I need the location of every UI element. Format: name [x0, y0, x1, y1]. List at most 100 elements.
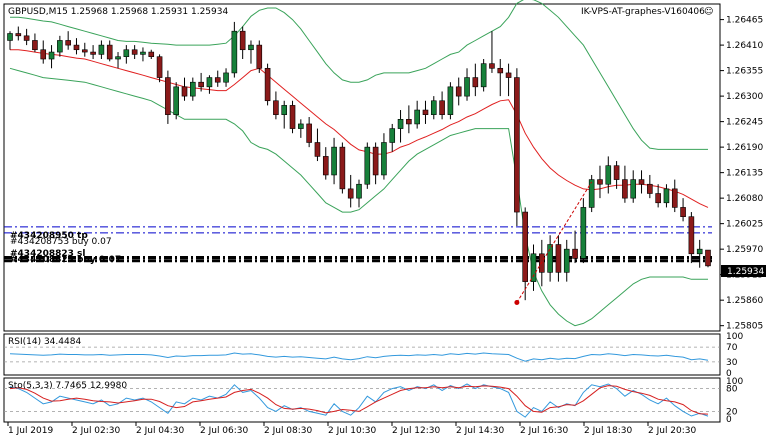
time-axis: 1 Jul 2019 2 Jul 02:30 2 Jul 04:30 2 Jul 06…: [7, 422, 697, 436]
time-tick-label: 2 Jul 06:30: [200, 426, 249, 436]
time-tick-label: 2 Jul 18:30: [584, 426, 633, 436]
candle-body: [638, 179, 645, 185]
price-tick-label: 1.26465: [726, 16, 763, 26]
price-tick-label: 1.25860: [726, 296, 763, 306]
candle-body: [389, 128, 396, 143]
candle-body: [464, 77, 470, 97]
candle-body: [356, 183, 362, 199]
candle-body: [248, 44, 254, 51]
price-tick-label: 1.26410: [726, 41, 763, 51]
candle-body: [15, 33, 22, 37]
order-buy-label-1[interactable]: #434208753 buy 0.07: [10, 237, 112, 247]
time-tick-label: 2 Jul 10:30: [328, 426, 377, 436]
price-tick-label: 1.26025: [726, 220, 763, 230]
candle-body: [140, 51, 146, 55]
candle-body: [298, 123, 304, 129]
candle-body: [364, 146, 371, 185]
candle-body: [306, 123, 312, 143]
candle-body: [430, 100, 437, 115]
price-tick-label: 1.25970: [726, 245, 763, 255]
candle-body: [40, 49, 47, 60]
candle-body: [680, 207, 686, 217]
expert-smiley-icon: ☺: [704, 6, 713, 17]
candle-body: [331, 146, 337, 176]
candle-body: [547, 244, 553, 273]
candle-body: [214, 77, 221, 83]
candle-body: [223, 72, 229, 83]
candle-body: [81, 49, 88, 53]
time-tick-label: 2 Jul 02:30: [72, 426, 121, 436]
expert-advisor-label: IK-VPS-AT-graphes-V160406: [581, 7, 705, 17]
candle-body: [231, 30, 238, 74]
chart-canvas: 1.26465 1.26410 1.26355 1.26300 1.26245 1.261…: [3, 0, 766, 436]
trend-arrow-start-marker: [514, 299, 520, 305]
candle-body: [696, 248, 703, 255]
candle-body: [530, 253, 537, 282]
candle-body: [65, 40, 71, 46]
candle-body: [406, 119, 412, 125]
candle-body: [622, 179, 628, 199]
current-price-value: 1.25934: [727, 267, 764, 277]
candle-body: [131, 49, 138, 55]
time-tick-label: 2 Jul 12:30: [392, 426, 441, 436]
candle-body: [439, 100, 445, 115]
candle-body: [572, 248, 578, 259]
rsi-tick-label: 30: [726, 358, 738, 368]
price-tick-label: 1.26245: [726, 118, 763, 128]
candle-body: [372, 146, 379, 176]
candle-body: [90, 51, 96, 55]
candle-body: [57, 40, 63, 53]
candle-body: [555, 244, 562, 273]
candle-body: [472, 77, 479, 88]
candle-body: [489, 63, 495, 69]
candle-body: [289, 105, 296, 129]
candle-body: [422, 109, 429, 115]
time-tick-label: 2 Jul 20:30: [648, 426, 697, 436]
stochastic-tick-label: 80: [726, 385, 738, 395]
order-buy-label-2[interactable]: #434208823 buy 0.07: [10, 255, 121, 265]
rsi-label: RSI(14) 34.4484: [8, 337, 81, 347]
candle-body: [505, 72, 512, 78]
candle-body: [264, 67, 271, 102]
price-tick-label: 1.25805: [726, 322, 763, 332]
candle-body: [115, 56, 121, 60]
candle-body: [339, 146, 346, 190]
candle-body: [613, 165, 620, 180]
price-tick-label: 1.26355: [726, 67, 763, 77]
stochastic-label: Sto(5,3,3) 7.7465 12.9980: [8, 381, 127, 391]
time-tick-label: 2 Jul 04:30: [136, 426, 185, 436]
candle-body: [597, 179, 603, 185]
price-tick-label: 1.26135: [726, 169, 763, 179]
candle-body: [181, 86, 188, 97]
stochastic-tick-label: 0: [726, 415, 732, 425]
candle-body: [647, 183, 653, 194]
candle-body: [480, 63, 487, 88]
rsi-tick-label: 100: [726, 332, 743, 342]
price-axis: 1.26465 1.26410 1.26355 1.26300 1.26245 1.261…: [720, 16, 763, 425]
candle-body: [605, 165, 612, 185]
candle-body: [630, 179, 637, 199]
candle-body: [190, 81, 196, 97]
candle-body: [273, 100, 279, 115]
candle-body: [106, 44, 113, 60]
time-tick-label: 2 Jul 08:30: [264, 426, 313, 436]
candle-body: [522, 211, 528, 282]
candle-body: [455, 86, 462, 97]
candle-body: [497, 67, 504, 74]
candle-body: [281, 105, 288, 115]
candle-body: [123, 49, 130, 57]
candle-body: [414, 109, 420, 125]
candle-body: [514, 77, 520, 213]
candle-body: [256, 44, 263, 69]
candle-body: [347, 188, 354, 199]
candle-body: [314, 142, 321, 157]
time-tick-label: 2 Jul 14:30: [456, 426, 505, 436]
candle-body: [239, 30, 246, 51]
candle-body: [381, 142, 387, 176]
candle-body: [206, 77, 213, 88]
candle-body: [580, 207, 587, 259]
candle-body: [165, 77, 171, 115]
candle-body: [663, 188, 670, 204]
candle-body: [173, 86, 179, 115]
price-tick-label: 1.26080: [726, 194, 763, 204]
